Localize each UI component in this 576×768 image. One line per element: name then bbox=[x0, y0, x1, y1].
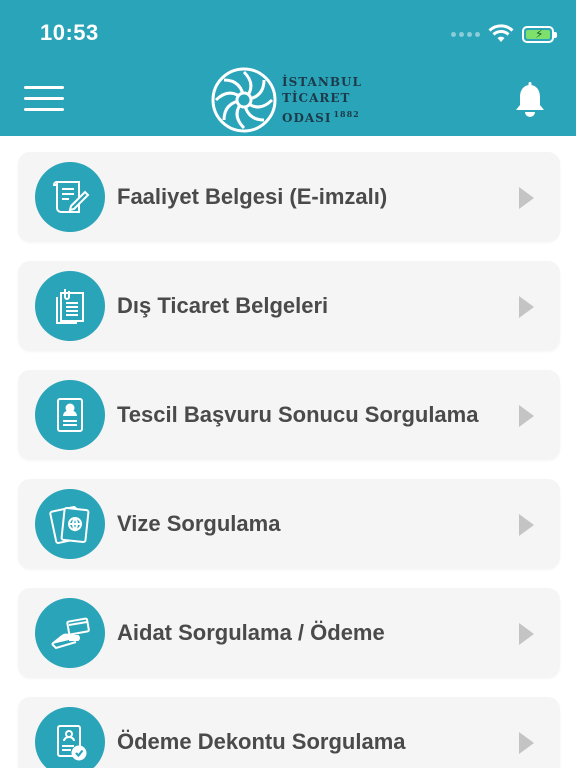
menu-item-label: Ödeme Dekontu Sorgulama bbox=[117, 729, 406, 754]
registration-form-icon bbox=[35, 380, 105, 450]
menu-item-dis-ticaret[interactable]: Dış Ticaret Belgeleri bbox=[18, 261, 560, 351]
chevron-right-icon bbox=[519, 732, 534, 754]
chevron-right-icon bbox=[519, 296, 534, 318]
ito-logo: İSTANBUL TİCARET ODASI 1882 bbox=[210, 66, 362, 134]
menu-item-tescil-basvuru[interactable]: Tescil Başvuru Sonucu Sorgulama bbox=[18, 370, 560, 460]
status-time: 10:53 bbox=[40, 20, 99, 45]
wifi-icon bbox=[488, 24, 514, 42]
hamburger-menu-button[interactable] bbox=[24, 86, 64, 116]
card-payment-icon bbox=[35, 598, 105, 668]
menu-item-label: Tescil Başvuru Sonucu Sorgulama bbox=[117, 402, 479, 427]
app-header: 10:53 ⚡ İSTANBUL TİCARET ODASI 1882 bbox=[0, 0, 576, 136]
cellular-signal-icon bbox=[451, 31, 480, 37]
menu-item-label: Faaliyet Belgesi (E-imzalı) bbox=[117, 184, 388, 209]
signed-document-icon bbox=[35, 162, 105, 232]
chevron-right-icon bbox=[519, 623, 534, 645]
logo-line-3: ODASI 1882 bbox=[282, 109, 360, 125]
notification-bell-button[interactable] bbox=[514, 82, 546, 118]
logo-line-2: TİCARET bbox=[282, 91, 351, 105]
logo-year: 1882 bbox=[333, 109, 360, 119]
documents-icon bbox=[35, 271, 105, 341]
menu-item-faaliyet-belgesi[interactable]: Faaliyet Belgesi (E-imzalı) bbox=[18, 152, 560, 242]
menu-item-vize-sorgulama[interactable]: Vize Sorgulama bbox=[18, 479, 560, 569]
chevron-right-icon bbox=[519, 405, 534, 427]
battery-icon: ⚡ bbox=[522, 25, 557, 43]
logo-line-1: İSTANBUL bbox=[282, 75, 362, 89]
menu-item-aidat-sorgulama[interactable]: Aidat Sorgulama / Ödeme bbox=[18, 588, 560, 678]
menu-item-label: Aidat Sorgulama / Ödeme bbox=[117, 620, 385, 645]
menu-item-odeme-dekontu[interactable]: Ödeme Dekontu Sorgulama bbox=[18, 697, 560, 768]
menu-item-label: Vize Sorgulama bbox=[117, 511, 281, 536]
chevron-right-icon bbox=[519, 187, 534, 209]
menu-item-label: Dış Ticaret Belgeleri bbox=[117, 293, 329, 318]
passport-icon bbox=[35, 489, 105, 559]
receipt-check-icon bbox=[35, 707, 105, 768]
status-indicators: ⚡ bbox=[451, 24, 557, 44]
chevron-right-icon bbox=[519, 514, 534, 536]
ito-emblem-icon bbox=[211, 67, 277, 133]
service-menu-list: Faaliyet Belgesi (E-imzalı) Dış Ticaret … bbox=[18, 152, 560, 768]
